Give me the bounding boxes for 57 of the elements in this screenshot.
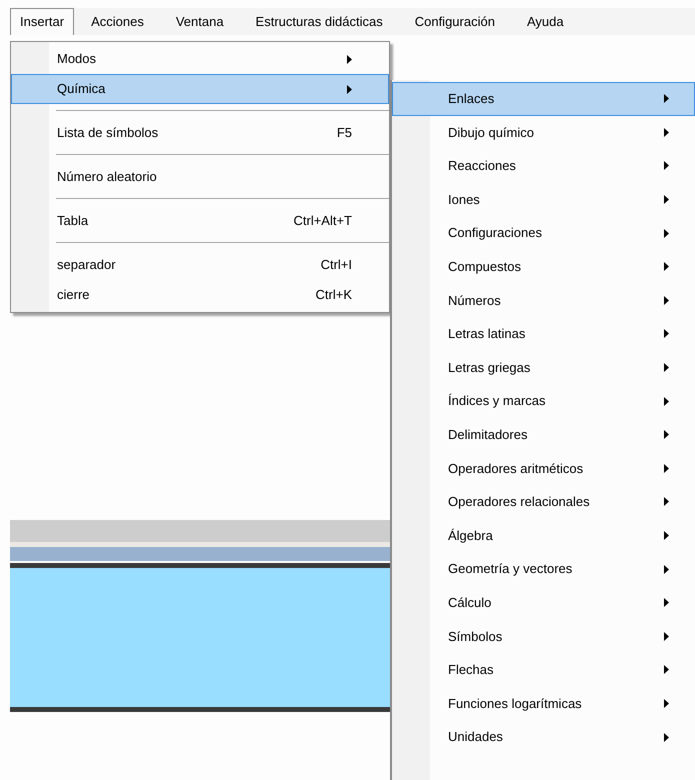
- shortcut-label: Ctrl+I: [320, 256, 352, 274]
- menu-item[interactable]: Flechas: [392, 653, 695, 687]
- menu-item[interactable]: Geometría y vectores: [392, 552, 695, 586]
- submenu-arrow-icon: [664, 497, 669, 506]
- submenu-arrow-icon: [664, 94, 669, 104]
- menu-item[interactable]: Compuestos: [392, 250, 695, 284]
- menu-item[interactable]: Operadores aritméticos: [392, 452, 695, 486]
- menu-item[interactable]: Tabla Ctrl+Alt+T: [11, 206, 389, 236]
- menu-item[interactable]: Números: [392, 284, 695, 318]
- submenu-arrow-icon: [664, 296, 669, 305]
- menu-item[interactable]: Cálculo: [392, 586, 695, 620]
- menu-bar-item[interactable]: Configuración: [412, 8, 498, 35]
- shortcut-label: Ctrl+K: [316, 286, 352, 304]
- menu-item[interactable]: cierre Ctrl+K: [11, 280, 389, 310]
- menu-bar-item[interactable]: Ayuda: [524, 8, 567, 35]
- menu-item[interactable]: Modos: [11, 44, 389, 74]
- submenu-arrow-icon: [664, 161, 669, 170]
- submenu-arrow-icon: [664, 464, 669, 473]
- submenu-arrow-icon: [664, 363, 669, 372]
- menu-item[interactable]: Álgebra: [392, 518, 695, 552]
- menu-item[interactable]: Reacciones: [392, 149, 695, 183]
- menu-bar-item[interactable]: Ventana: [172, 8, 227, 35]
- menu-item[interactable]: Letras latinas: [392, 317, 695, 351]
- menu-bar-item[interactable]: Insertar: [10, 8, 74, 35]
- menu-item[interactable]: Delimitadores: [392, 418, 695, 452]
- submenu-arrow-icon: [664, 329, 669, 338]
- shortcut-label: Ctrl+Alt+T: [293, 212, 352, 230]
- menu-bar-item[interactable]: Estructuras didácticas: [252, 8, 386, 35]
- menu-item[interactable]: Lista de símbolos F5: [11, 118, 389, 148]
- menu-item[interactable]: Química: [11, 74, 389, 104]
- submenu-arrow-icon: [664, 430, 669, 440]
- submenu-arrow-icon: [664, 531, 669, 540]
- menu-item[interactable]: Índices y marcas: [392, 384, 695, 418]
- submenu-arrow-icon: [664, 128, 669, 137]
- menu-item[interactable]: Letras griegas: [392, 350, 695, 384]
- submenu-arrow-icon: [664, 698, 669, 708]
- menu-item[interactable]: Enlaces: [392, 82, 695, 116]
- menu-item[interactable]: Número aleatorio: [11, 162, 389, 192]
- menu-item[interactable]: Iones: [392, 182, 695, 216]
- menu-item[interactable]: Configuraciones: [392, 216, 695, 250]
- menu-bar-item[interactable]: Acciones: [88, 8, 147, 35]
- submenu-arrow-icon: [664, 632, 669, 641]
- menu-item[interactable]: Funciones logarítmicas: [392, 686, 695, 720]
- menu-item[interactable]: separador Ctrl+I: [11, 250, 389, 280]
- menu-item[interactable]: Unidades: [392, 720, 695, 754]
- menu-item[interactable]: Símbolos: [392, 620, 695, 654]
- submenu-arrow-icon: [664, 732, 669, 742]
- submenu-arrow-icon: [664, 228, 669, 238]
- shortcut-label: F5: [336, 124, 352, 142]
- menu-item[interactable]: Operadores relacionales: [392, 485, 695, 519]
- submenu-arrow-icon: [664, 262, 669, 272]
- submenu-arrow-icon: [664, 195, 669, 204]
- submenu-arrow-icon: [664, 396, 669, 406]
- menu-item[interactable]: Dibujo químico: [392, 116, 695, 150]
- submenu-arrow-icon: [664, 564, 669, 574]
- submenu-arrow-icon: [664, 665, 669, 674]
- submenu-arrow-icon: [664, 598, 669, 608]
